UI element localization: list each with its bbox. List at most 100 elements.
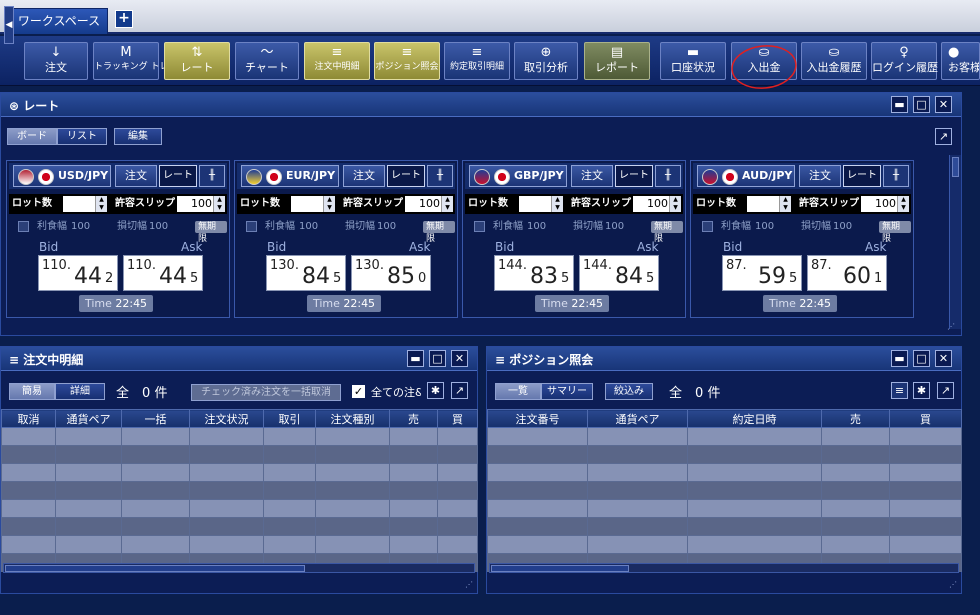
candlestick-icon[interactable]: ╫ xyxy=(199,165,225,187)
toolbar-deposit-history-button[interactable]: ⛀ 入出金履歴 xyxy=(801,42,867,80)
view-detail-toggle[interactable]: 詳細 xyxy=(55,383,105,400)
candlestick-icon[interactable]: ╫ xyxy=(883,165,909,187)
unlimited-badge[interactable]: 無期限 xyxy=(195,221,227,244)
currency-pair-button[interactable]: EUR/JPY xyxy=(241,165,339,187)
column-header[interactable]: 通貨ペア xyxy=(55,409,122,428)
scroll-thumb[interactable] xyxy=(5,565,305,572)
close-button[interactable]: ✕ xyxy=(935,350,952,367)
gear-icon[interactable]: ✱ xyxy=(913,382,930,399)
slippage-stepper[interactable]: ▲ ▼ xyxy=(213,196,225,212)
lot-stepper[interactable]: ▲ ▼ xyxy=(551,196,563,212)
ask-price-button[interactable]: 110. 44 5 xyxy=(123,255,203,291)
toolbar-report-button[interactable]: ▤ レポート xyxy=(584,42,650,80)
currency-pair-button[interactable]: USD/JPY xyxy=(13,165,111,187)
order-button[interactable]: 注文 xyxy=(343,165,385,187)
column-header[interactable]: 注文状況 xyxy=(189,409,264,428)
view-summary-toggle[interactable]: サマリー xyxy=(541,383,593,400)
toolbar-order-button[interactable]: ↓ 注文 xyxy=(24,42,88,80)
rate-button[interactable]: レート xyxy=(615,165,653,187)
column-header[interactable]: 取引 xyxy=(263,409,316,428)
bulk-cancel-button[interactable]: チェック済み注文を一括取消 xyxy=(191,384,341,401)
column-header[interactable]: 通貨ペア xyxy=(587,409,688,428)
slippage-input[interactable]: 100 xyxy=(633,196,671,212)
lot-stepper[interactable]: ▲ ▼ xyxy=(779,196,791,212)
resize-grip-icon[interactable]: ⋰ xyxy=(949,579,961,591)
view-simple-toggle[interactable]: 簡易 xyxy=(9,383,55,400)
maximize-button[interactable]: □ xyxy=(429,350,446,367)
toolbar-open-orders-button[interactable]: ≡ 注文中明細 xyxy=(304,42,370,80)
ask-price-button[interactable]: 144. 84 5 xyxy=(579,255,659,291)
popout-icon[interactable]: ↗ xyxy=(935,128,952,145)
candlestick-icon[interactable]: ╫ xyxy=(427,165,453,187)
toolbar-analysis-button[interactable]: ⊕ 取引分析 xyxy=(514,42,578,80)
column-header[interactable]: 一括 xyxy=(121,409,190,428)
minimize-button[interactable]: ▬ xyxy=(407,350,424,367)
maximize-button[interactable]: □ xyxy=(913,96,930,113)
column-header[interactable]: 注文種別 xyxy=(315,409,390,428)
column-header[interactable]: 売 xyxy=(821,409,890,428)
take-profit-checkbox[interactable] xyxy=(18,221,29,232)
slippage-input[interactable]: 100 xyxy=(861,196,899,212)
all-orders-checkbox[interactable]: ✓ xyxy=(352,385,365,398)
column-menu-icon[interactable]: ≡ xyxy=(891,382,908,399)
take-profit-checkbox[interactable] xyxy=(474,221,485,232)
toolbar-login-history-button[interactable]: ♀ ログイン履歴 xyxy=(871,42,938,80)
currency-pair-button[interactable]: GBP/JPY xyxy=(469,165,567,187)
edit-button[interactable]: 編集 xyxy=(114,128,162,145)
take-profit-checkbox[interactable] xyxy=(702,221,713,232)
toolbar-rate-button[interactable]: ⇅ レート xyxy=(164,42,230,80)
add-workspace-button[interactable]: + xyxy=(115,10,133,28)
view-list-toggle[interactable]: リスト xyxy=(57,128,107,145)
filter-button[interactable]: 絞込み xyxy=(605,383,653,400)
resize-grip-icon[interactable]: ⋰ xyxy=(947,321,959,333)
column-header[interactable]: 約定日時 xyxy=(687,409,822,428)
toolbar-positions-button[interactable]: ≡ ポジション照会 xyxy=(374,42,440,80)
ask-price-button[interactable]: 87. 60 1 xyxy=(807,255,887,291)
slippage-input[interactable]: 100 xyxy=(405,196,443,212)
slippage-stepper[interactable]: ▲ ▼ xyxy=(669,196,681,212)
close-button[interactable]: ✕ xyxy=(451,350,468,367)
toolbar-customer-button[interactable]: ● お客様 xyxy=(941,42,980,80)
slippage-stepper[interactable]: ▲ ▼ xyxy=(897,196,909,212)
toolbar-executions-button[interactable]: ≡ 約定取引明細 xyxy=(444,42,510,80)
unlimited-badge[interactable]: 無期限 xyxy=(879,221,911,244)
toolbar-account-status-button[interactable]: ▬ 口座状況 xyxy=(660,42,726,80)
order-button[interactable]: 注文 xyxy=(799,165,841,187)
gear-icon[interactable]: ✱ xyxy=(427,382,444,399)
rate-button[interactable]: レート xyxy=(159,165,197,187)
column-header[interactable]: 取消 xyxy=(1,409,56,428)
view-list-toggle[interactable]: 一覧 xyxy=(495,383,541,400)
column-header[interactable]: 買 xyxy=(889,409,962,428)
orders-hscrollbar[interactable] xyxy=(3,563,475,573)
view-board-toggle[interactable]: ボード xyxy=(7,128,57,145)
toolbar-scroll-left-button[interactable]: ◀ xyxy=(4,6,14,44)
unlimited-badge[interactable]: 無期限 xyxy=(423,221,455,244)
unlimited-badge[interactable]: 無期限 xyxy=(651,221,683,244)
toolbar-tracking-trade-button[interactable]: M トラッキング トレード xyxy=(93,42,187,80)
rate-panel-scrollbar[interactable] xyxy=(949,155,961,329)
rate-button[interactable]: レート xyxy=(387,165,425,187)
maximize-button[interactable]: □ xyxy=(913,350,930,367)
popout-icon[interactable]: ↗ xyxy=(451,382,468,399)
scroll-thumb[interactable] xyxy=(491,565,629,572)
take-profit-checkbox[interactable] xyxy=(246,221,257,232)
rate-button[interactable]: レート xyxy=(843,165,881,187)
column-header[interactable]: 買 xyxy=(437,409,478,428)
bid-price-button[interactable]: 87. 59 5 xyxy=(722,255,802,291)
ask-price-button[interactable]: 130. 85 0 xyxy=(351,255,431,291)
order-button[interactable]: 注文 xyxy=(115,165,157,187)
candlestick-icon[interactable]: ╫ xyxy=(655,165,681,187)
scroll-thumb[interactable] xyxy=(952,157,959,177)
bid-price-button[interactable]: 110. 44 2 xyxy=(38,255,118,291)
resize-grip-icon[interactable]: ⋰ xyxy=(465,579,477,591)
column-header[interactable]: 注文番号 xyxy=(487,409,588,428)
positions-hscrollbar[interactable] xyxy=(489,563,959,573)
slippage-input[interactable]: 100 xyxy=(177,196,215,212)
column-header[interactable]: 売 xyxy=(389,409,438,428)
lot-stepper[interactable]: ▲ ▼ xyxy=(323,196,335,212)
minimize-button[interactable]: ▬ xyxy=(891,96,908,113)
popout-icon[interactable]: ↗ xyxy=(937,382,954,399)
order-button[interactable]: 注文 xyxy=(571,165,613,187)
currency-pair-button[interactable]: AUD/JPY xyxy=(697,165,795,187)
lot-stepper[interactable]: ▲ ▼ xyxy=(95,196,107,212)
